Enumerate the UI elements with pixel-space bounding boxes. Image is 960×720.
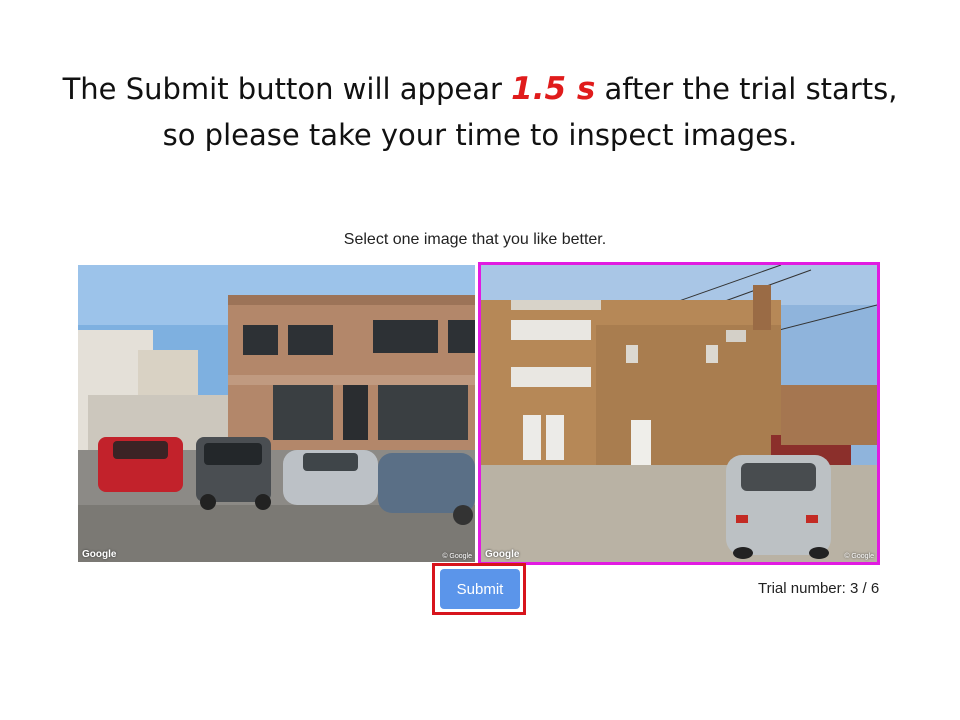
headline: The Submit button will appear 1.5 s afte… bbox=[60, 66, 900, 158]
street-photo-left bbox=[78, 265, 475, 562]
trial-total: 6 bbox=[870, 580, 880, 597]
trial-label: Trial number: bbox=[758, 580, 846, 597]
headline-highlight: 1.5 s bbox=[511, 71, 596, 107]
google-credit-left: © Google bbox=[442, 553, 472, 560]
google-watermark-left: Google bbox=[82, 549, 117, 560]
slide: The Submit button will appear 1.5 s afte… bbox=[0, 0, 960, 720]
submit-button[interactable]: Submit bbox=[440, 569, 520, 609]
street-photo-right bbox=[481, 265, 877, 562]
google-credit-right: © Google bbox=[844, 553, 874, 560]
street-image-right[interactable]: Google © Google bbox=[478, 262, 880, 565]
headline-part1: The Submit button will appear bbox=[62, 72, 512, 106]
trial-separator: / bbox=[862, 580, 867, 597]
instruction-text: Select one image that you like better. bbox=[343, 231, 607, 248]
google-watermark-right: Google bbox=[485, 549, 520, 560]
trial-current: 3 bbox=[849, 580, 859, 597]
street-image-left[interactable]: Google © Google bbox=[78, 265, 475, 562]
trial-counter: Trial number: 3 / 6 bbox=[758, 580, 879, 597]
